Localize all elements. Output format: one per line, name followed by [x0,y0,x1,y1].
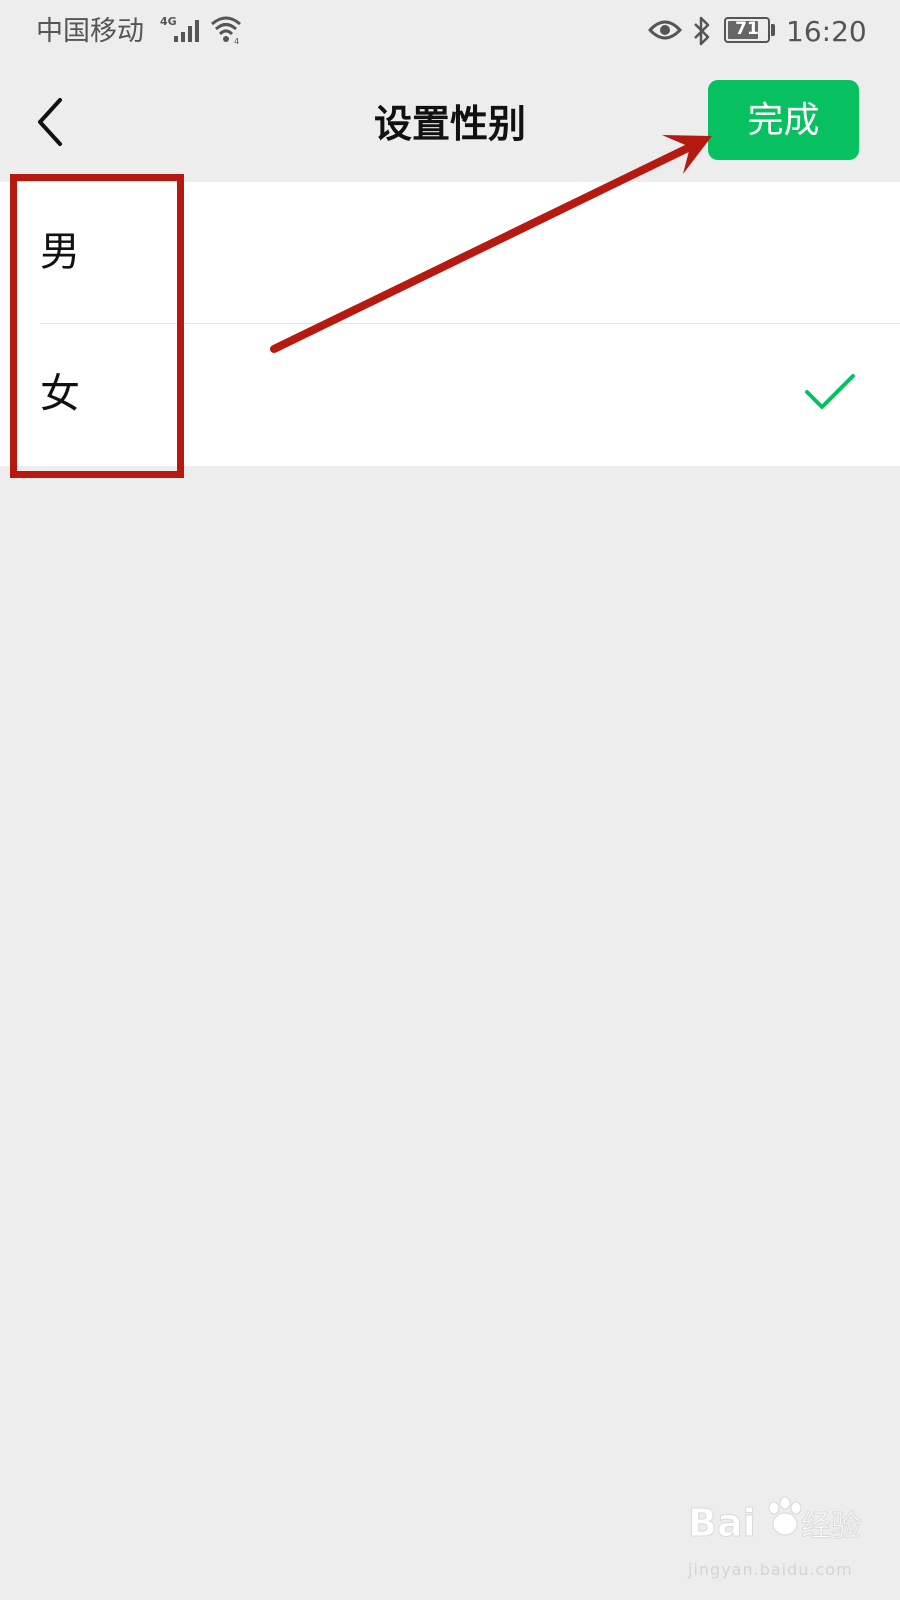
status-bar: 中国移动 4G 4 71 16:20 [0,0,900,64]
battery-tip [771,24,775,36]
bluetooth-icon [692,16,712,50]
watermark-url: jingyan.baidu.com [688,1560,853,1579]
carrier-label: 中国移动 [36,16,144,47]
done-button[interactable]: 完成 [708,80,859,160]
wifi-icon: 4 [210,14,244,50]
nav-bar: 设置性别 完成 [0,64,900,182]
battery-icon: 71 [724,17,770,43]
svg-text:Bai: Bai [688,1501,756,1545]
check-icon [804,370,856,418]
svg-text:经验: 经验 [801,1509,861,1544]
svg-text:4G: 4G [160,15,177,28]
annotation-highlight-box [10,174,184,478]
battery-level: 71 [735,19,759,39]
signal-icon: 4G [160,14,206,50]
eye-icon [647,18,683,46]
clock: 16:20 [786,15,867,48]
svg-text:4: 4 [234,37,239,46]
